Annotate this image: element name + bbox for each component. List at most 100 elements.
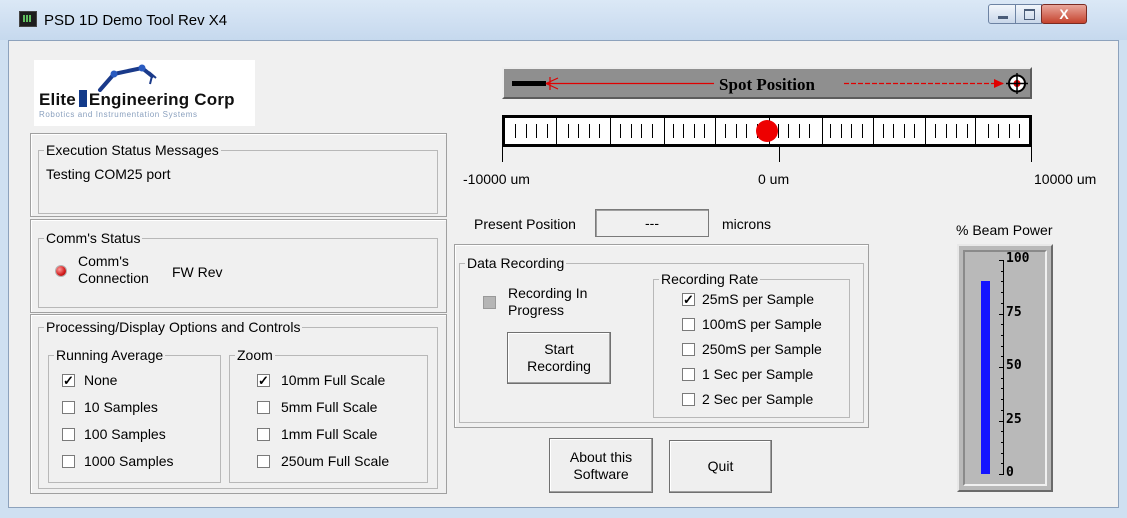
recording-rate-option-checkbox[interactable]	[682, 393, 695, 406]
ruler-minor-tick	[620, 124, 621, 138]
ruler-minor-tick	[725, 124, 726, 138]
ruler-minor-tick	[788, 124, 789, 138]
zoom-option-label[interactable]: 5mm Full Scale	[281, 399, 377, 415]
ruler-minor-tick	[851, 124, 852, 138]
recording-rate-option-label[interactable]: 100mS per Sample	[702, 316, 822, 332]
running-average-option-label[interactable]: 100 Samples	[84, 426, 166, 442]
running-average-label: Running Average	[54, 347, 166, 363]
running-average-option-label[interactable]: 10 Samples	[84, 399, 158, 415]
beam-scale-tick	[999, 420, 1004, 422]
running-average-option-label[interactable]: None	[84, 372, 117, 388]
recording-rate-option-label[interactable]: 250mS per Sample	[702, 341, 822, 357]
running-average-option-checkbox[interactable]: ✓	[62, 374, 75, 387]
recording-rate-option-checkbox[interactable]	[682, 318, 695, 331]
recording-indicator-icon	[483, 296, 496, 309]
ruler-minor-tick	[652, 124, 653, 138]
running-average-option-checkbox[interactable]	[62, 401, 75, 414]
window-title: PSD 1D Demo Tool Rev X4	[44, 12, 228, 29]
beam-scale-minor-tick	[1001, 441, 1004, 443]
quit-button[interactable]: Quit	[669, 440, 772, 493]
close-button[interactable]: X	[1041, 4, 1087, 24]
ruler-minor-tick	[841, 124, 842, 138]
ruler-minor-tick	[893, 124, 894, 138]
ruler-major-tick	[975, 118, 976, 144]
recording-rate-option-label[interactable]: 1 Sec per Sample	[702, 366, 813, 382]
recording-rate-option-label[interactable]: 2 Sec per Sample	[702, 391, 813, 407]
recording-rate-option-checkbox[interactable]	[682, 343, 695, 356]
ruler-minor-tick	[641, 124, 642, 138]
zoom-option-label[interactable]: 10mm Full Scale	[281, 372, 385, 388]
present-position-label: Present Position	[474, 216, 576, 232]
ruler-minor-tick	[809, 124, 810, 138]
beam-scale-minor-tick	[1001, 324, 1004, 326]
beam-scale-minor-tick	[1001, 463, 1004, 465]
ruler-minor-tick	[935, 124, 936, 138]
beam-scale-minor-tick	[1001, 345, 1004, 347]
beam-scale-tick	[999, 474, 1004, 475]
recording-status-label: Recording In Progress	[508, 285, 588, 318]
present-position-field: ---	[595, 209, 709, 237]
beam-scale-minor-tick	[1001, 399, 1004, 401]
beam-scale-minor-tick	[1001, 452, 1004, 454]
minimize-button[interactable]	[988, 4, 1016, 24]
ruler-major-tick	[715, 118, 716, 144]
beam-scale-label: 75	[1006, 304, 1022, 320]
ruler-minor-tick	[694, 124, 695, 138]
beam-scale-minor-tick	[1001, 302, 1004, 304]
running-average-option-checkbox[interactable]	[62, 428, 75, 441]
ruler-minor-tick	[515, 124, 516, 138]
start-recording-button[interactable]: Start Recording	[507, 332, 611, 384]
recording-rate-option-label[interactable]: 25mS per Sample	[702, 291, 814, 307]
position-unit: microns	[722, 216, 772, 232]
beam-scale-minor-tick	[1001, 431, 1004, 433]
axis-tick-max	[1031, 147, 1032, 162]
ruler-minor-tick	[568, 124, 569, 138]
ruler-minor-tick	[967, 124, 968, 138]
execution-group-label: Execution Status Messages	[44, 142, 221, 158]
beam-scale-minor-tick	[1001, 388, 1004, 390]
maximize-button[interactable]	[1015, 4, 1042, 24]
running-average-group: Running Average ✓ None 10 Samples 100 Sampl…	[48, 347, 221, 483]
ruler-minor-tick	[578, 124, 579, 138]
ruler-minor-tick	[673, 124, 674, 138]
robot-arm-icon	[98, 64, 157, 92]
running-average-option-checkbox[interactable]	[62, 455, 75, 468]
beam-scale-label: 50	[1006, 358, 1022, 373]
ruler-minor-tick	[914, 124, 915, 138]
ruler-major-tick	[925, 118, 926, 144]
beam-scale-minor-tick	[1001, 356, 1004, 358]
ruler-minor-tick	[704, 124, 705, 138]
zoom-option-checkbox[interactable]: ✓	[257, 374, 270, 387]
ruler-minor-tick	[736, 124, 737, 138]
beam-power-meter: 100 75 50 25 0	[957, 244, 1053, 492]
ruler-major-tick	[873, 118, 874, 144]
spot-marker	[756, 120, 778, 142]
zoom-option-label[interactable]: 1mm Full Scale	[281, 426, 377, 442]
data-recording-panel: Data Recording Recording In Progress Sta…	[454, 244, 869, 428]
ruler-minor-tick	[589, 124, 590, 138]
comms-group-label: Comm's Status	[44, 230, 143, 246]
zoom-option-label[interactable]: 250um Full Scale	[281, 453, 389, 469]
beam-scale-label: 0	[1006, 465, 1014, 480]
beam-scale-tick	[999, 313, 1004, 315]
recording-rate-option-checkbox[interactable]: ✓	[682, 293, 695, 306]
ruler-minor-tick	[988, 124, 989, 138]
about-button[interactable]: About this Software	[549, 438, 653, 493]
logo-name: Elite	[39, 90, 76, 109]
beam-scale-label: 25	[1006, 411, 1022, 427]
ruler-minor-tick	[547, 124, 548, 138]
zoom-option-checkbox[interactable]	[257, 401, 270, 414]
ruler-minor-tick	[830, 124, 831, 138]
processing-panel: Processing/Display Options and Controls …	[30, 314, 447, 494]
running-average-option-label[interactable]: 1000 Samples	[84, 453, 174, 469]
execution-message: Testing COM25 port	[46, 166, 171, 182]
beam-scale-label: 100	[1006, 251, 1030, 266]
logo-name-2: Engineering Corp	[88, 90, 235, 109]
zoom-option-checkbox[interactable]	[257, 428, 270, 441]
data-recording-group: Data Recording Recording In Progress Sta…	[459, 255, 864, 423]
ruler-minor-tick	[526, 124, 527, 138]
ruler-minor-tick	[799, 124, 800, 138]
ruler-minor-tick	[631, 124, 632, 138]
zoom-option-checkbox[interactable]	[257, 455, 270, 468]
recording-rate-option-checkbox[interactable]	[682, 368, 695, 381]
